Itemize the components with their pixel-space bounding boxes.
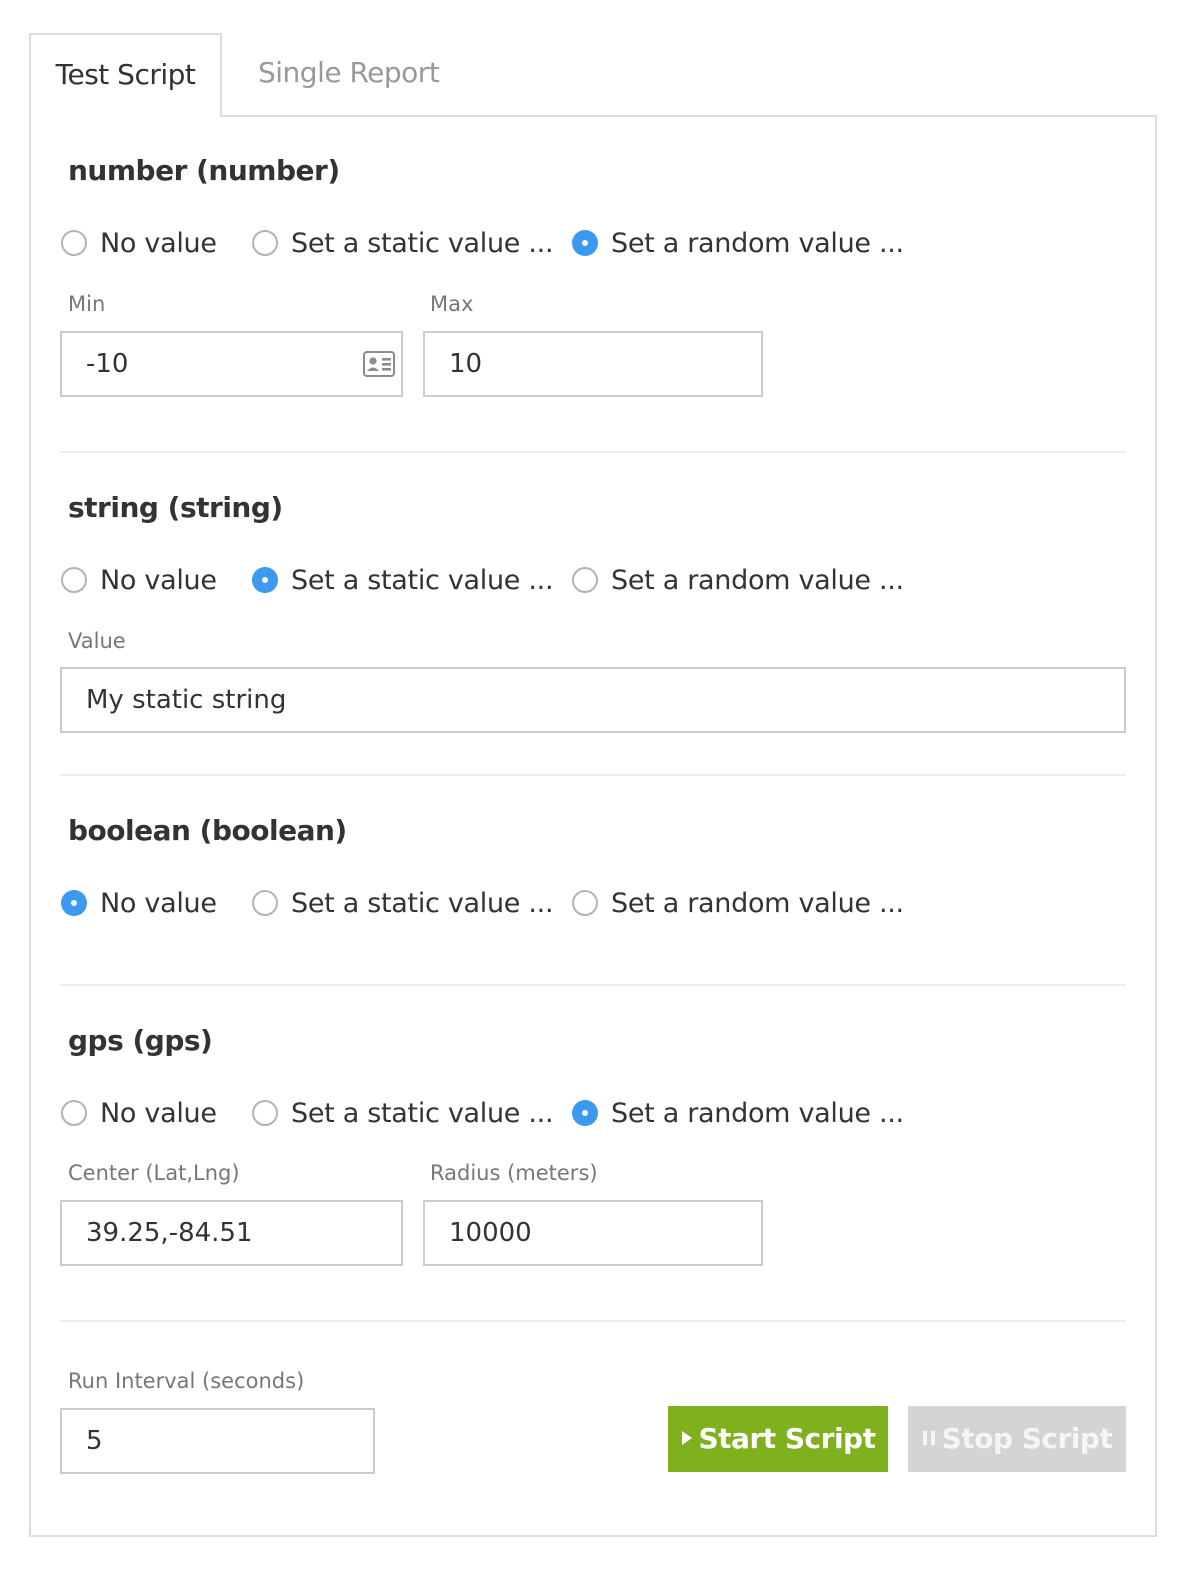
radio-label: Set a random value ... bbox=[611, 1097, 904, 1129]
radio-label: Set a static value ... bbox=[291, 227, 554, 259]
radio-string-random-value[interactable]: Set a random value ... bbox=[572, 563, 904, 597]
radio-gps-static-value[interactable]: Set a static value ... bbox=[252, 1096, 554, 1130]
string-value-input-text: My static string bbox=[86, 685, 287, 715]
radio-circle-selected bbox=[61, 890, 87, 916]
max-input[interactable]: 10 bbox=[423, 331, 763, 397]
radio-circle bbox=[61, 567, 87, 593]
radio-number-no-value[interactable]: No value bbox=[61, 226, 217, 260]
radio-circle bbox=[572, 567, 598, 593]
radio-label: Set a static value ... bbox=[291, 887, 554, 919]
radio-circle bbox=[252, 890, 278, 916]
tab-test-script[interactable]: Test Script bbox=[29, 33, 222, 117]
start-script-button[interactable]: Start Script bbox=[668, 1406, 888, 1472]
radio-circle bbox=[572, 890, 598, 916]
pause-icon bbox=[922, 1431, 935, 1445]
radio-label: No value bbox=[100, 564, 217, 596]
radio-number-static-value[interactable]: Set a static value ... bbox=[252, 226, 554, 260]
min-input-value: -10 bbox=[86, 349, 129, 379]
run-interval-input-value: 5 bbox=[86, 1426, 103, 1456]
center-input[interactable]: 39.25,-84.51 bbox=[60, 1200, 403, 1266]
min-label: Min bbox=[68, 292, 106, 316]
radio-boolean-random-value[interactable]: Set a random value ... bbox=[572, 886, 904, 920]
radio-number-random-value[interactable]: Set a random value ... bbox=[572, 226, 904, 260]
play-icon bbox=[681, 1431, 692, 1445]
tab-single-report[interactable]: Single Report bbox=[258, 33, 458, 113]
radio-string-no-value[interactable]: No value bbox=[61, 563, 217, 597]
radio-string-static-value[interactable]: Set a static value ... bbox=[252, 563, 554, 597]
section-divider bbox=[60, 1320, 1126, 1322]
section-divider bbox=[60, 774, 1126, 776]
radio-label: Set a static value ... bbox=[291, 1097, 554, 1129]
radio-label: Set a random value ... bbox=[611, 227, 904, 259]
section-title-gps: gps (gps) bbox=[68, 1024, 213, 1057]
section-title-string: string (string) bbox=[68, 491, 283, 524]
section-title-number: number (number) bbox=[68, 154, 340, 187]
max-input-value: 10 bbox=[449, 349, 483, 379]
section-title-boolean: boolean (boolean) bbox=[68, 814, 347, 847]
radio-gps-no-value[interactable]: No value bbox=[61, 1096, 217, 1130]
radio-label: No value bbox=[100, 227, 217, 259]
radio-circle-selected bbox=[572, 1100, 598, 1126]
radio-boolean-static-value[interactable]: Set a static value ... bbox=[252, 886, 554, 920]
value-label: Value bbox=[68, 629, 126, 653]
run-interval-label: Run Interval (seconds) bbox=[68, 1369, 305, 1393]
radius-input[interactable]: 10000 bbox=[423, 1200, 763, 1266]
radio-circle bbox=[252, 230, 278, 256]
radius-input-value: 10000 bbox=[449, 1218, 532, 1248]
radio-label: Set a random value ... bbox=[611, 887, 904, 919]
radio-circle-selected bbox=[252, 567, 278, 593]
section-divider bbox=[60, 984, 1126, 986]
radio-label: Set a static value ... bbox=[291, 564, 554, 596]
section-divider bbox=[60, 451, 1126, 453]
radio-label: Set a random value ... bbox=[611, 564, 904, 596]
contact-card-icon[interactable] bbox=[363, 351, 395, 377]
radio-circle bbox=[61, 230, 87, 256]
center-label: Center (Lat,Lng) bbox=[68, 1161, 240, 1185]
center-input-value: 39.25,-84.51 bbox=[86, 1218, 253, 1248]
radio-circle bbox=[252, 1100, 278, 1126]
radio-boolean-no-value[interactable]: No value bbox=[61, 886, 217, 920]
stop-script-button[interactable]: Stop Script bbox=[908, 1406, 1126, 1472]
run-interval-input[interactable]: 5 bbox=[60, 1408, 375, 1474]
start-script-label: Start Script bbox=[698, 1422, 876, 1455]
radio-label: No value bbox=[100, 887, 217, 919]
stop-script-label: Stop Script bbox=[941, 1422, 1113, 1455]
radio-label: No value bbox=[100, 1097, 217, 1129]
radio-circle-selected bbox=[572, 230, 598, 256]
max-label: Max bbox=[430, 292, 474, 316]
radio-gps-random-value[interactable]: Set a random value ... bbox=[572, 1096, 904, 1130]
radius-label: Radius (meters) bbox=[430, 1161, 598, 1185]
string-value-input[interactable]: My static string bbox=[60, 667, 1126, 733]
min-input[interactable]: -10 bbox=[60, 331, 403, 397]
radio-circle bbox=[61, 1100, 87, 1126]
